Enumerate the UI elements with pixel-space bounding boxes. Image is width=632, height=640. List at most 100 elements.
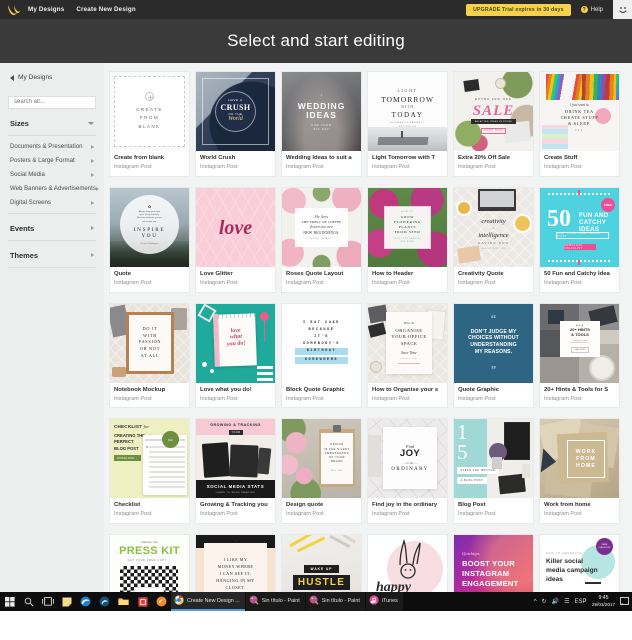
- search-icon[interactable]: [19, 592, 38, 611]
- windows-start-icon[interactable]: [0, 592, 19, 611]
- photos-icon[interactable]: [95, 592, 114, 611]
- template-thumbnail: FREE CHECKLIST HOW TO GENERATE Killer soc…: [540, 535, 619, 592]
- template-thumbnail: happyeaster: [368, 535, 447, 592]
- back-to-my-designs-link[interactable]: My Designs: [8, 63, 96, 90]
- template-thumbnail: Quicktips BOOST YOUR INSTAGRAM ENGAGEMENT: [454, 535, 533, 592]
- thumbnail-artwork-text: How To: [403, 321, 415, 326]
- question-mark-icon: ?: [580, 6, 588, 13]
- template-card-how-to-organise[interactable]: How To ORGANISE YOUR OFFICE SPACE Save Tim…: [368, 303, 447, 408]
- sidebar-item-web-banners-advertisements[interactable]: Web Banners & Advertisements: [8, 182, 99, 196]
- template-card-quote-graphic[interactable]: “ DON'T JUDGE MY CHOICES WITHOUT UNDERSTAN…: [454, 303, 533, 408]
- template-card-growing-tracking[interactable]: GROWING & TRACKING YOUR SOCIAL MEDIA STA…: [196, 419, 275, 524]
- network-icon[interactable]: ☰: [564, 598, 569, 605]
- sidebar-sizes-sublist: Documents & Presentation Posters & Large…: [8, 136, 99, 214]
- chevron-right-icon: [91, 172, 94, 177]
- template-thumbnail: creativity is intelligence HAVING FUN AL…: [454, 187, 533, 267]
- template-card-creativity-quote[interactable]: creativity is intelligence HAVING FUN AL…: [454, 187, 533, 292]
- upgrade-trial-button[interactable]: UPGRADE Trial expires in 30 days: [466, 3, 571, 16]
- template-card-world-crush[interactable]: HAVE A CRUSH ON THE World World Crush In…: [196, 72, 275, 176]
- volume-icon[interactable]: 🔊: [552, 598, 559, 605]
- template-card-press-kit[interactable]: Anatomy of a PRESS KIT GET YOUR FREE COP…: [110, 535, 189, 592]
- template-card-create-from-blank[interactable]: CREATE FROM BLANK Create from blank Instag…: [110, 72, 189, 176]
- sticky-notes-icon[interactable]: [57, 592, 76, 611]
- language-icon[interactable]: ESP: [574, 599, 586, 605]
- sidebar-item-posters-large-format[interactable]: Posters & Large Format: [8, 154, 96, 168]
- template-title: Notebook Mockup: [114, 386, 166, 393]
- sidebar-section-sizes[interactable]: Sizes: [8, 109, 96, 136]
- template-card-hustle[interactable]: WAKE UP HUSTLE REPEAT: [282, 535, 361, 592]
- action-center-icon[interactable]: [619, 596, 630, 607]
- sidebar-item-documents-presentation[interactable]: Documents & Presentation: [8, 140, 96, 154]
- taskbar-task-label: Sin título - Paint: [261, 597, 300, 604]
- thumbnail-artwork-text: DON'T JUDGE MY CHOICES WITHOUT UNDERSTANDI…: [468, 328, 519, 356]
- template-card-roses-quote-layout[interactable]: He lives THE SMELL OF COFFEE flowers are…: [282, 187, 361, 292]
- firefox-icon[interactable]: [152, 592, 171, 611]
- sidebar-item-label: Social Media: [10, 171, 45, 178]
- template-card-design-quote[interactable]: DESIGN IS THE SILENT AMBASSADOR OF YOUR BRAN…: [282, 419, 361, 524]
- edge-icon[interactable]: [76, 592, 95, 611]
- template-card-work-from-home[interactable]: WORK FROM HOME Work from home Instagram Po…: [540, 419, 619, 524]
- template-card-notebook-mockup[interactable]: DO IT WITH PASSION OR NOT AT ALL Notebook Mo…: [110, 303, 189, 408]
- sidebar-item-digital-screens[interactable]: Digital Screens: [8, 196, 96, 210]
- template-card-killer-social-media-campaign[interactable]: FREE CHECKLIST HOW TO GENERATE Killer soc…: [540, 535, 619, 592]
- template-card-love-what-you-do[interactable]: love what you do! Love what you do! Instag…: [196, 303, 275, 408]
- sidebar-item-label: Documents & Presentation: [10, 143, 83, 150]
- template-subtitle: Instagram Post: [544, 164, 582, 171]
- template-meta: Growing & Tracking you Instagram Post: [196, 498, 275, 523]
- template-card-checklist[interactable]: CHECKLIST for CREATING THE PERFECT BLOG PO…: [110, 419, 189, 524]
- chevron-right-icon: [91, 200, 94, 205]
- template-card-20-hints-tools[interactable]: ◆◆◆ 20+ HINTS & TOOLS To help you manage s…: [540, 303, 619, 408]
- paint-icon: [249, 592, 259, 610]
- taskbar-clock[interactable]: 9:45 29/03/2017: [592, 595, 615, 607]
- help-button[interactable]: ? Help: [580, 6, 603, 13]
- top-navigation-bar: My Designs Create New Design UPGRADE Tri…: [0, 0, 632, 19]
- template-card-50-fun-catchy-ideas[interactable]: FREE 50 FUN AND CATCHY IDEAS FOR YOUR NEX…: [540, 187, 619, 292]
- template-meta: Notebook Mockup Instagram Post: [110, 383, 189, 408]
- template-thumbnail: CREATE FROM BLANK: [110, 72, 189, 151]
- canva-logo-icon[interactable]: [0, 4, 28, 16]
- template-thumbnail: ” I LIKE MY MONEY WHERE I CAN SEE IT: HANGI…: [196, 535, 275, 592]
- template-card-love-glitter[interactable]: love Love Glitter Instagram Post: [196, 187, 275, 292]
- template-thumbnail: GROWING & TRACKING YOUR SOCIAL MEDIA STA…: [196, 419, 275, 499]
- windows-taskbar: Create New Design ... Sin título - Paint: [0, 592, 632, 640]
- sidebar-section-themes[interactable]: Themes: [8, 241, 96, 268]
- template-card-blog-post[interactable]: 15 STEPS FOR WRITING A BLOG POST Blog Po…: [454, 419, 533, 524]
- store-icon[interactable]: [133, 592, 152, 611]
- template-card-quote[interactable]: ✿ Always keep your eyes open. Keep watchi…: [110, 187, 189, 292]
- taskbar-task-create-new-design[interactable]: Create New Design ...: [171, 592, 245, 611]
- template-card-wedding-ideas[interactable]: ⚭ WEDDING IDEAS FOR YOUR BIG DAY Wedding I…: [282, 72, 361, 176]
- file-explorer-icon[interactable]: [114, 592, 133, 611]
- nav-link-create-new-design[interactable]: Create New Design: [76, 6, 135, 13]
- sync-icon[interactable]: ↻: [542, 598, 547, 605]
- taskbar-task-paint-1[interactable]: Sin título - Paint: [245, 592, 305, 611]
- template-card-block-quote-graphic[interactable]: I EAT CAKE BECAUSE IT'S SOMEBODY'S BIRTH…: [282, 303, 361, 408]
- taskbar-task-paint-2[interactable]: Sin título - Paint: [305, 592, 365, 611]
- template-meta: Roses Quote Layout Instagram Post: [282, 267, 361, 292]
- template-card-extra-20-off-sale[interactable]: EXTRA 20% OFF SALE SELECTED ITEMS IN STO…: [454, 72, 533, 176]
- nav-link-my-designs[interactable]: My Designs: [28, 6, 64, 13]
- search-input[interactable]: [8, 95, 96, 109]
- thumbnail-artwork-text: love what you do!: [226, 327, 246, 347]
- template-meta: Work from home Instagram Post: [540, 498, 619, 523]
- smiley-face-avatar-icon[interactable]: [613, 0, 632, 19]
- template-card-find-joy[interactable]: Find JOY — in the — ORDINARY Find joy in…: [368, 419, 447, 524]
- template-card-boost-instagram-engagement[interactable]: Quicktips BOOST YOUR INSTAGRAM ENGAGEMENT: [454, 535, 533, 592]
- thumbnail-artwork-text: WORK FROM HOME: [575, 448, 597, 469]
- template-thumbnail: HAVE A CRUSH ON THE World: [196, 72, 275, 151]
- template-title: Growing & Tracking you: [200, 502, 268, 509]
- template-card-create-stuff[interactable]: ••• I just want to DRINK TEA CREATE STUF…: [540, 72, 619, 176]
- sidebar-section-events[interactable]: Events: [8, 214, 96, 241]
- template-card-happy-easter[interactable]: happyeaster: [368, 535, 447, 592]
- sidebar-item-social-media[interactable]: Social Media: [8, 168, 96, 182]
- taskbar-task-itunes[interactable]: iTunes: [365, 592, 403, 611]
- template-card-how-to-header[interactable]: HOW TO GROW FLOWERING PLANTS FROM SEED FOR …: [368, 187, 447, 292]
- template-subtitle: Instagram Post: [372, 395, 410, 402]
- thumbnail-artwork-text: WEDDING IDEAS: [297, 101, 346, 121]
- template-meta: How to Header Instagram Post: [368, 267, 447, 292]
- chevron-right-icon: [91, 158, 94, 163]
- chevron-up-icon[interactable]: ^: [534, 599, 537, 605]
- template-card-light-tomorrow[interactable]: LIGHT TOMORROW WITH TODAY ELIZABETH BARR…: [368, 72, 447, 176]
- help-label: Help: [590, 6, 603, 13]
- template-card-money-closet[interactable]: ” I LIKE MY MONEY WHERE I CAN SEE IT: HANGI…: [196, 535, 275, 592]
- task-view-icon[interactable]: [38, 592, 57, 611]
